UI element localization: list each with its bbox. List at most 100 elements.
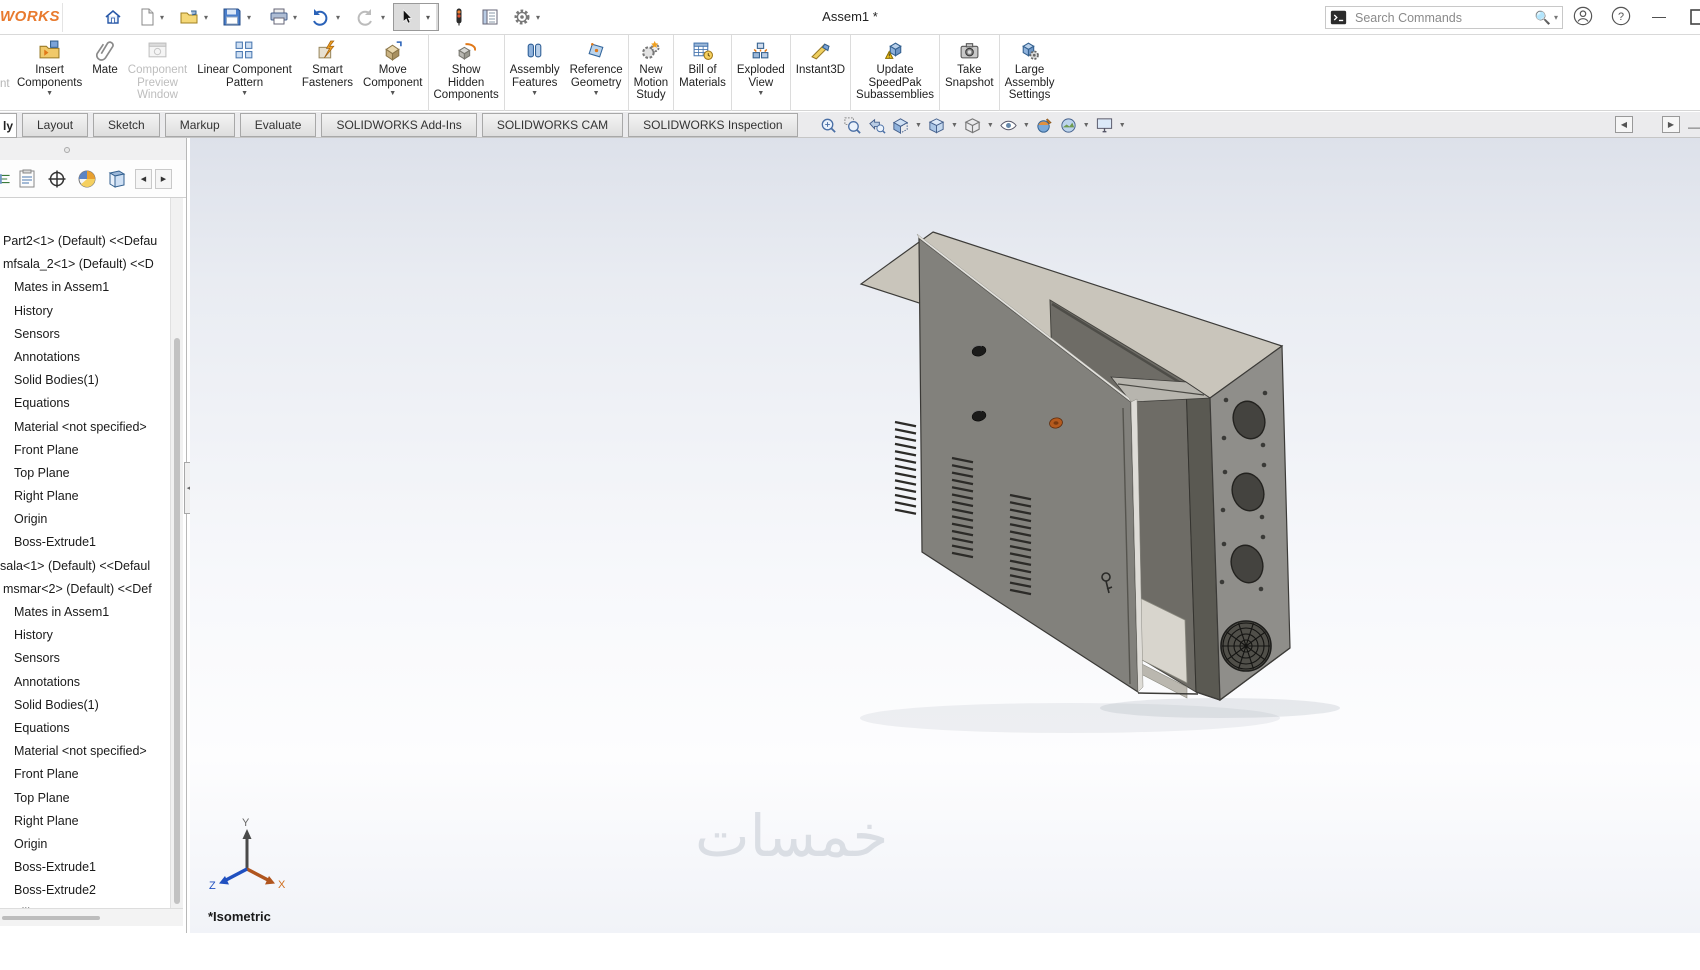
chevron-down-icon[interactable]: ▼: [987, 122, 994, 129]
move-component-button[interactable]: Move Component ▼: [358, 35, 427, 111]
display-style-icon[interactable]: [962, 115, 983, 136]
tabs-scroll-left-icon[interactable]: ◀: [135, 168, 152, 189]
tab-layout[interactable]: Layout: [22, 113, 89, 137]
exploded-view-button[interactable]: Exploded View ▼: [730, 35, 790, 111]
tree-item[interactable]: Equations: [0, 717, 170, 740]
chevron-down-icon[interactable]: ▼: [1119, 122, 1126, 129]
tree-item[interactable]: Origin: [0, 833, 170, 856]
chevron-down-icon[interactable]: ▼: [757, 90, 764, 97]
tab-evaluate[interactable]: Evaluate: [239, 113, 317, 137]
tree-item[interactable]: Solid Bodies(1): [0, 369, 170, 392]
displaymanager-icon[interactable]: [72, 165, 102, 193]
chevron-down-icon[interactable]: ▼: [46, 90, 53, 97]
apply-scene-icon[interactable]: [1058, 115, 1079, 136]
tree-item[interactable]: Origin: [0, 508, 170, 531]
chevron-down-icon[interactable]: ▾: [1554, 13, 1558, 22]
mate-button[interactable]: Mate: [87, 35, 123, 111]
linear-component-pattern-button[interactable]: Linear Component Pattern ▼: [192, 35, 297, 111]
tree-item[interactable]: sala<1> (Default) <<Defaul: [0, 555, 170, 578]
bill-of-materials-button[interactable]: Bill of Materials: [673, 35, 731, 111]
tree-item[interactable]: Mates in Assem1: [0, 276, 170, 299]
tab-markup[interactable]: Markup: [164, 113, 235, 137]
tree-item[interactable]: Sensors: [0, 647, 170, 670]
tree-item[interactable]: Boss-Extrude1: [0, 856, 170, 879]
configurationmanager-icon[interactable]: [42, 165, 72, 193]
tree-item[interactable]: Solid Bodies(1): [0, 694, 170, 717]
view-orientation-icon[interactable]: [926, 115, 947, 136]
tree-item[interactable]: History: [0, 624, 170, 647]
maximize-button[interactable]: [1688, 7, 1700, 29]
chevron-down-icon[interactable]: ▼: [389, 90, 396, 97]
search-commands-box[interactable]: 🔍 ▾: [1325, 6, 1563, 29]
tree-item[interactable]: Part2<1> (Default) <<Defau: [0, 230, 170, 253]
update-speedpak-subassemblies-button[interactable]: Update SpeedPak Subassemblies: [850, 35, 939, 111]
chevron-down-icon[interactable]: ▼: [593, 90, 600, 97]
tab-sketch[interactable]: Sketch: [93, 113, 160, 137]
tree-item[interactable]: Material <not specified>: [0, 740, 170, 763]
hide-show-items-eye-icon[interactable]: [998, 115, 1019, 136]
tab-solidworks-add-ins[interactable]: SOLIDWORKS Add-Ins: [321, 113, 477, 137]
tree-vertical-scrollbar[interactable]: [170, 198, 183, 910]
minimize-button[interactable]: —: [1652, 8, 1666, 24]
zoom-to-area-icon[interactable]: [842, 115, 863, 136]
tab-solidworks-inspection[interactable]: SOLIDWORKS Inspection: [628, 113, 798, 137]
large-assembly-settings-button[interactable]: Large Assembly Settings: [998, 35, 1060, 111]
cam-tab-icon[interactable]: [102, 165, 132, 193]
chevron-down-icon[interactable]: ▼: [1083, 122, 1090, 129]
tree-item[interactable]: Annotations: [0, 346, 170, 369]
tree-item[interactable]: Boss-Extrude2: [0, 879, 170, 902]
tree-item[interactable]: Right Plane: [0, 810, 170, 833]
tree-item[interactable]: Sensors: [0, 323, 170, 346]
tree-item[interactable]: Mates in Assem1: [0, 601, 170, 624]
collapse-pane-left-button[interactable]: ◀: [1615, 116, 1633, 133]
tree-item[interactable]: Equations: [0, 392, 170, 415]
tree-item[interactable]: History: [0, 300, 170, 323]
tree-item[interactable]: Top Plane: [0, 787, 170, 810]
tree-item[interactable]: Annotations: [0, 671, 170, 694]
tree-item[interactable]: msmar<2> (Default) <<Def: [0, 578, 170, 601]
chevron-down-icon[interactable]: ▼: [915, 122, 922, 129]
assembly-features-button[interactable]: Assembly Features ▼: [503, 35, 565, 111]
tree-item[interactable]: mfsala_2<1> (Default) <<D: [0, 253, 170, 276]
tree-item[interactable]: Front Plane: [0, 763, 170, 786]
chevron-down-icon[interactable]: ▼: [951, 122, 958, 129]
collapse-pane-right-button[interactable]: ▶: [1662, 116, 1680, 133]
scrollbar-thumb[interactable]: [174, 338, 180, 904]
propertymanager-icon[interactable]: [12, 165, 42, 193]
minimize-ribbon-dash[interactable]: —: [1688, 120, 1700, 134]
view-settings-monitor-icon[interactable]: [1094, 115, 1115, 136]
tree-item[interactable]: Boss-Extrude1: [0, 531, 170, 554]
insert-components-button[interactable]: Insert Components ▼: [12, 35, 87, 111]
section-view-icon[interactable]: [890, 115, 911, 136]
instant3d-button[interactable]: Instant3D: [789, 35, 850, 111]
chevron-down-icon[interactable]: ▼: [241, 90, 248, 97]
search-icon[interactable]: 🔍: [1535, 10, 1551, 26]
scrollbar-thumb[interactable]: [2, 916, 100, 920]
smart-fasteners-button[interactable]: Smart Fasteners: [297, 35, 358, 111]
tab-solidworks-cam[interactable]: SOLIDWORKS CAM: [481, 113, 624, 137]
zoom-to-fit-icon[interactable]: [818, 115, 839, 136]
panel-collapse-dot[interactable]: [64, 147, 70, 153]
featuremanager-tree-icon[interactable]: [0, 165, 12, 193]
show-hidden-components-button[interactable]: Show Hidden Components: [427, 35, 504, 111]
assembly-3d-model: Y X Z: [209, 231, 1340, 892]
help-icon[interactable]: ?: [1610, 5, 1632, 27]
previous-view-icon[interactable]: [866, 115, 887, 136]
tab-assembly-clipped[interactable]: ly: [0, 113, 17, 138]
edit-appearance-icon[interactable]: [1034, 115, 1055, 136]
panel-splitter[interactable]: [186, 138, 187, 933]
take-snapshot-button[interactable]: Take Snapshot: [939, 35, 999, 111]
tree-item[interactable]: Right Plane: [0, 485, 170, 508]
tree-horizontal-scrollbar[interactable]: [0, 908, 183, 926]
chevron-down-icon[interactable]: ▼: [1023, 122, 1030, 129]
graphics-viewport[interactable]: Y X Z خمسات *Isometric: [190, 138, 1700, 933]
tabs-scroll-right-icon[interactable]: ▶: [155, 168, 172, 189]
search-input[interactable]: [1353, 9, 1535, 26]
new-motion-study-button[interactable]: New Motion Study: [627, 35, 674, 111]
chevron-down-icon[interactable]: ▼: [531, 90, 538, 97]
tree-item[interactable]: Material <not specified>: [0, 416, 170, 439]
account-icon[interactable]: [1572, 5, 1594, 27]
tree-item[interactable]: Front Plane: [0, 439, 170, 462]
tree-item[interactable]: Top Plane: [0, 462, 170, 485]
reference-geometry-button[interactable]: Reference Geometry ▼: [565, 35, 628, 111]
